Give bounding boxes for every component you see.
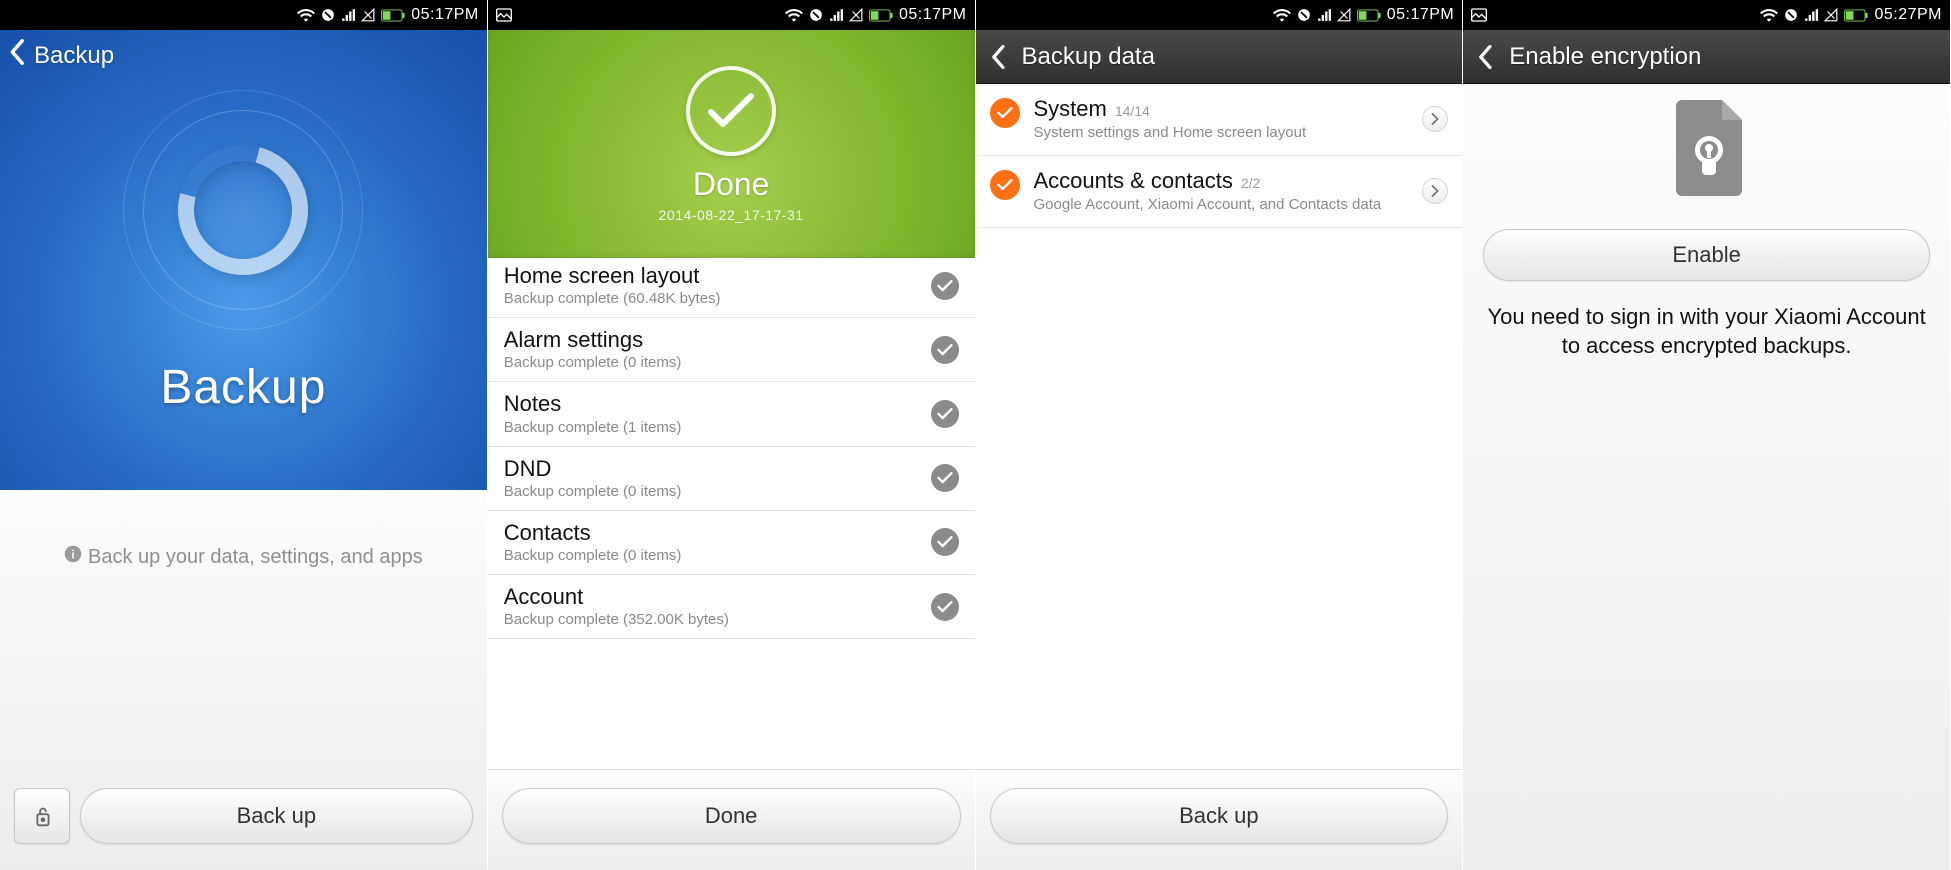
done-button[interactable]: Done [502,788,961,844]
backup-result-list[interactable]: Home screen layout Backup complete (60.4… [488,258,975,769]
lock-file-icon [1662,100,1752,205]
screen-backup-data: 05:17PM Backup data System 14/14 System … [976,0,1464,870]
backup-result-row[interactable]: Notes Backup complete (1 items) [488,382,975,446]
check-icon [931,593,959,621]
done-check-icon [686,66,776,156]
row-title: Notes [504,392,921,416]
status-time: 05:27PM [1874,6,1942,24]
check-icon [931,400,959,428]
row-subtitle: Backup complete (0 items) [504,547,921,564]
encryption-body: Enable You need to sign in with your Xia… [1463,84,1950,870]
signal-no-sim-icon [1824,8,1838,22]
header[interactable]: Backup [8,38,114,73]
encryption-message: You need to sign in with your Xiaomi Acc… [1483,303,1930,360]
row-subtitle: Backup complete (60.48K bytes) [504,290,921,307]
back-up-button[interactable]: Back up [990,788,1449,844]
status-bar: 05:27PM [1463,0,1950,30]
backup-category-list: System 14/14 System settings and Home sc… [976,84,1463,769]
sim-disabled-icon [321,8,335,22]
screen-backup-done: 05:17PM Done 2014-08-22_17-17-31 Home sc… [488,0,976,870]
picture-icon [1471,8,1487,22]
backup-result-row[interactable]: Home screen layout Backup complete (60.4… [488,258,975,318]
signal-icon [341,8,355,22]
back-button[interactable] [982,40,1016,74]
checkbox-checked-icon[interactable] [990,98,1020,128]
wifi-icon [1760,8,1778,22]
header-title: Backup data [1022,43,1155,71]
status-bar: 05:17PM [0,0,487,30]
back-up-button[interactable]: Back up [80,788,473,844]
category-title: Accounts & contacts [1034,168,1233,194]
backup-category-row[interactable]: Accounts & contacts 2/2 Google Account, … [976,156,1463,228]
category-subtitle: Google Account, Xiaomi Account, and Cont… [1034,196,1409,215]
backup-result-row[interactable]: Account Backup complete (352.00K bytes) [488,575,975,639]
wifi-icon [785,8,803,22]
row-title: Contacts [504,521,921,545]
back-button[interactable] [1469,40,1503,74]
chevron-right-icon[interactable] [1422,178,1448,204]
done-hero: Done 2014-08-22_17-17-31 [488,30,975,258]
sim-disabled-icon [1784,8,1798,22]
signal-no-sim-icon [849,8,863,22]
sim-disabled-icon [809,8,823,22]
row-title: DND [504,457,921,481]
screen-backup-home: 05:17PM Backup Backup Back up your data,… [0,0,488,870]
backup-hero: Backup Backup [0,30,487,490]
backup-category-row[interactable]: System 14/14 System settings and Home sc… [976,84,1463,156]
category-title: System [1034,96,1107,122]
status-bar: 05:17PM [976,0,1463,30]
row-title: Account [504,585,921,609]
sim-disabled-icon [1297,8,1311,22]
row-subtitle: Backup complete (0 items) [504,354,921,371]
backup-result-row[interactable]: Contacts Backup complete (0 items) [488,511,975,575]
picture-icon [496,8,512,22]
backup-body: Back up your data, settings, and apps Ba… [0,490,487,870]
category-subtitle: System settings and Home screen layout [1034,124,1409,143]
done-timestamp: 2014-08-22_17-17-31 [659,207,804,223]
signal-no-sim-icon [1337,8,1351,22]
screen-enable-encryption: 05:27PM Enable encryption Enable You nee… [1463,0,1951,870]
battery-icon [381,9,405,22]
done-title: Done [693,166,770,203]
row-title: Alarm settings [504,328,921,352]
battery-icon [1357,9,1381,22]
signal-icon [1317,8,1331,22]
check-icon [931,464,959,492]
back-icon[interactable] [8,38,28,73]
header: Backup data [976,30,1463,84]
header-title: Backup [34,42,114,70]
signal-icon [829,8,843,22]
backup-hero-label: Backup [160,360,326,415]
backup-hint: Back up your data, settings, and apps [64,545,423,569]
checkbox-checked-icon[interactable] [990,170,1020,200]
row-subtitle: Backup complete (352.00K bytes) [504,611,921,628]
enable-button[interactable]: Enable [1483,229,1930,281]
header: Enable encryption [1463,30,1950,84]
status-time: 05:17PM [1387,6,1455,24]
check-icon [931,272,959,300]
header-title: Enable encryption [1509,43,1701,71]
backup-ring-icon [123,90,363,330]
status-time: 05:17PM [899,6,967,24]
backup-result-row[interactable]: DND Backup complete (0 items) [488,447,975,511]
wifi-icon [1273,8,1291,22]
row-title: Home screen layout [504,264,921,288]
battery-icon [1844,9,1868,22]
category-count: 2/2 [1241,175,1260,191]
check-icon [931,528,959,556]
battery-icon [869,9,893,22]
signal-no-sim-icon [361,8,375,22]
signal-icon [1804,8,1818,22]
backup-result-row[interactable]: Alarm settings Backup complete (0 items) [488,318,975,382]
check-icon [931,336,959,364]
row-subtitle: Backup complete (1 items) [504,419,921,436]
status-bar: 05:17PM [488,0,975,30]
wifi-icon [297,8,315,22]
row-subtitle: Backup complete (0 items) [504,483,921,500]
info-icon [64,545,82,569]
chevron-right-icon[interactable] [1422,106,1448,132]
encryption-lock-button[interactable] [14,788,70,844]
status-time: 05:17PM [411,6,479,24]
category-count: 14/14 [1115,103,1150,119]
